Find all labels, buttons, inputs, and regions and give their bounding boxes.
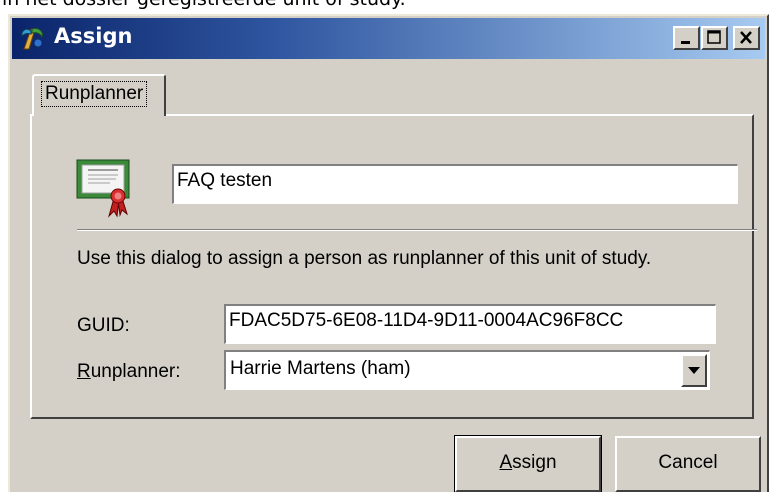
minimize-button[interactable]	[673, 26, 700, 50]
background-caption: in het dossier geregistreerde unit of st…	[2, 0, 406, 10]
divider	[77, 229, 757, 231]
assign-button-label: ssign	[512, 452, 557, 473]
screen: in het dossier geregistreerde unit of st…	[0, 0, 771, 492]
close-button[interactable]	[733, 26, 760, 50]
tab-panel: FAQ testen Use this dialog to assign a p…	[30, 114, 757, 419]
tab-runplanner[interactable]: Runplanner	[32, 74, 166, 116]
runplanner-select-value: Harrie Martens (ham)	[230, 358, 411, 379]
title-bar[interactable]: Assign	[12, 18, 765, 59]
dialog-description: Use this dialog to assign a person as ru…	[77, 248, 652, 269]
tab-runplanner-label: Runplanner	[41, 81, 148, 107]
close-icon	[740, 31, 752, 44]
app-icon	[21, 28, 43, 50]
name-field[interactable]: FAQ testen	[172, 164, 738, 204]
maximize-icon	[707, 30, 721, 44]
guid-label: GUID:	[77, 315, 130, 336]
certificate-icon	[76, 159, 130, 218]
runplanner-label-accelerator: R	[77, 361, 91, 382]
guid-field[interactable]: FDAC5D75-6E08-11D4-9D11-0004AC96F8CC	[224, 304, 716, 344]
maximize-button[interactable]	[701, 26, 728, 50]
minimize-icon	[681, 41, 690, 44]
cancel-button[interactable]: Cancel	[615, 436, 761, 492]
runplanner-dropdown-button[interactable]	[681, 354, 707, 387]
runplanner-select[interactable]: Harrie Martens (ham)	[224, 350, 710, 390]
assign-dialog: Assign Runplanner FAQ testen Use this di…	[8, 14, 769, 492]
assign-button[interactable]: Assign	[454, 435, 602, 492]
chevron-down-icon	[688, 367, 700, 374]
window-title: Assign	[54, 24, 133, 48]
assign-button-accelerator: A	[499, 452, 513, 473]
runplanner-label-text: unplanner:	[90, 361, 181, 382]
runplanner-label: Runplanner:	[77, 361, 181, 383]
